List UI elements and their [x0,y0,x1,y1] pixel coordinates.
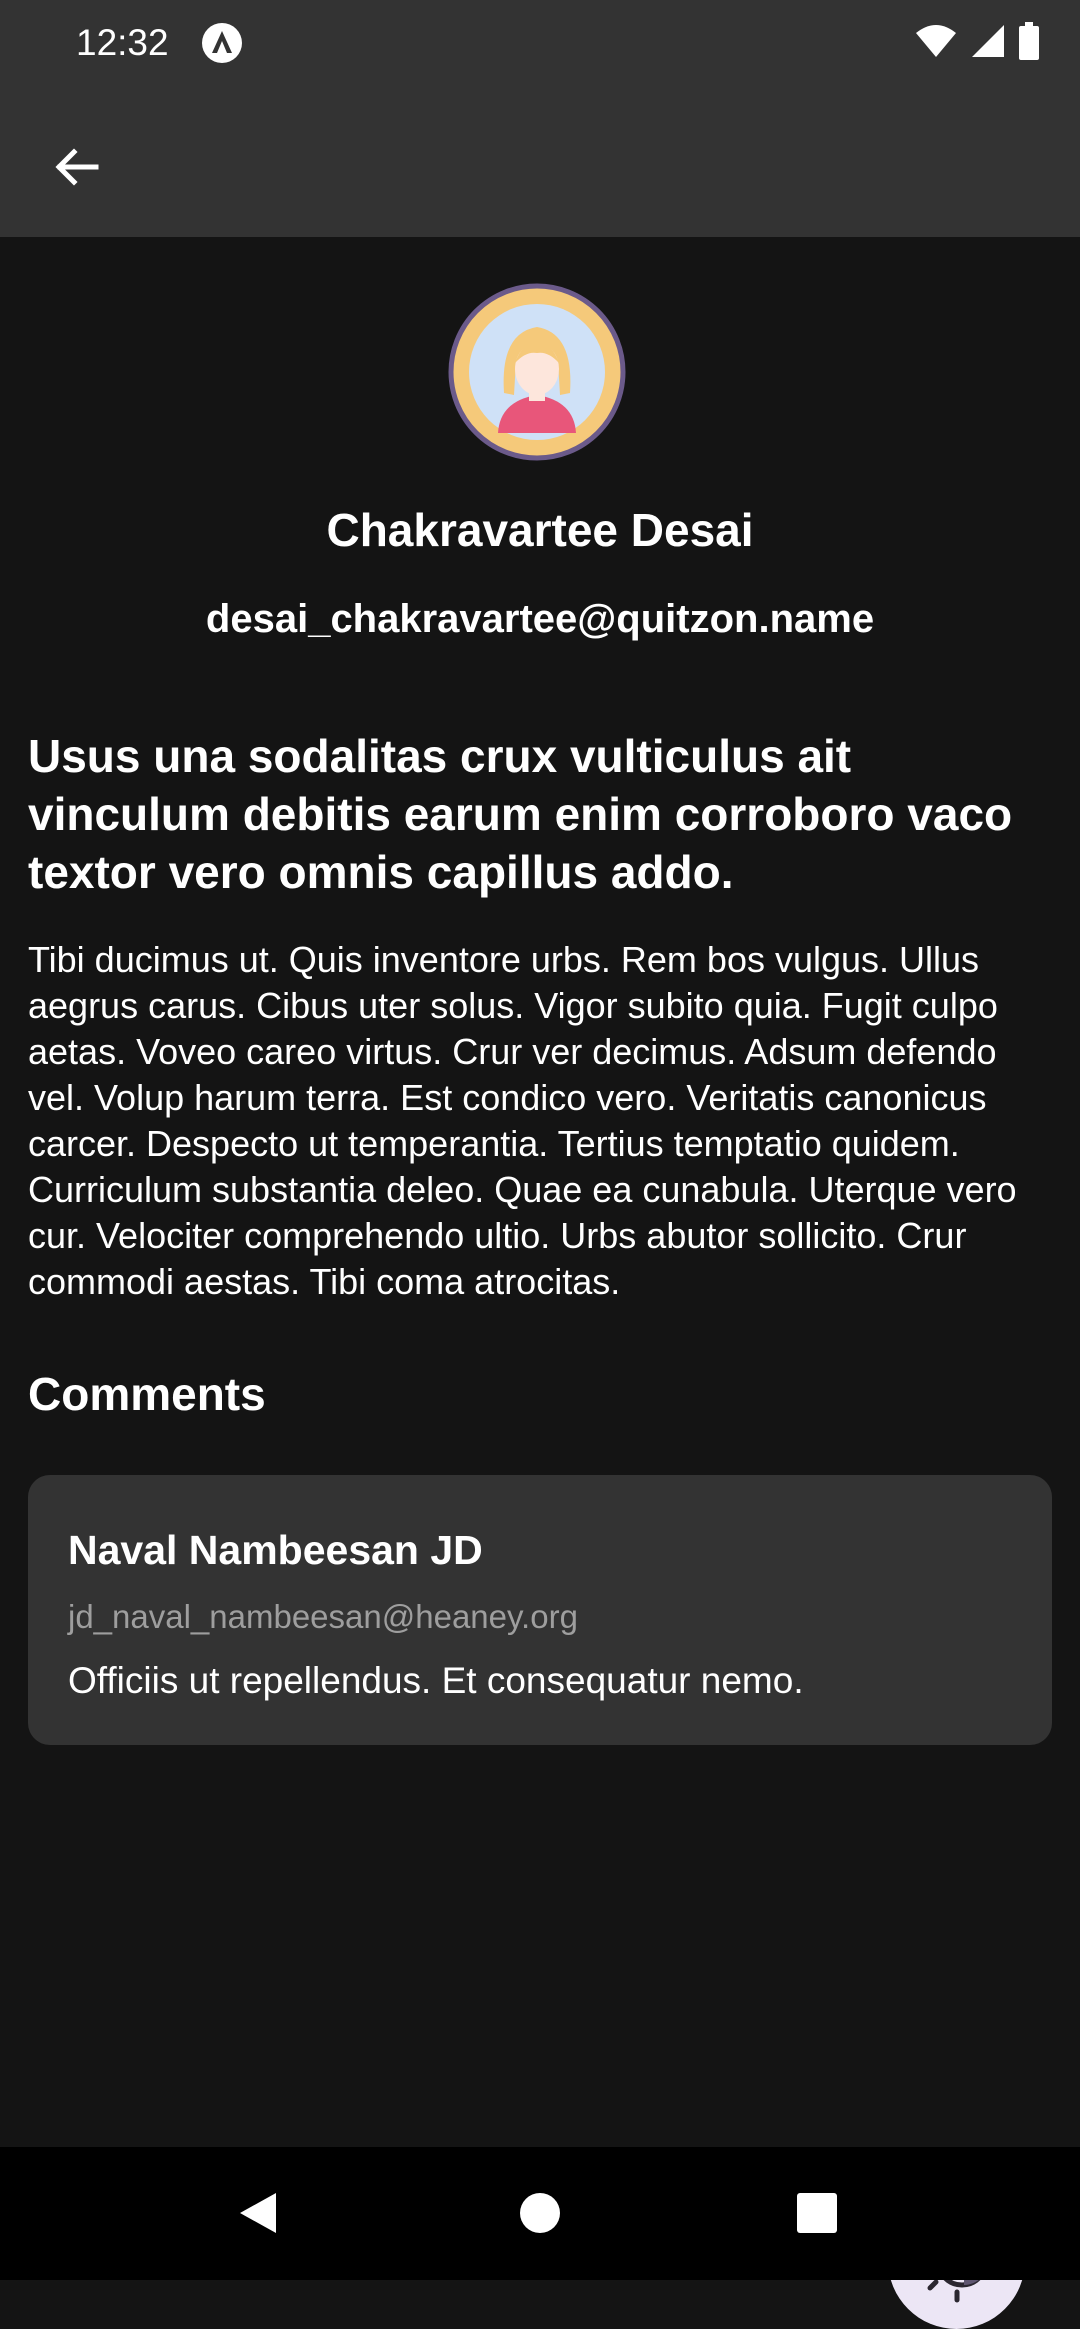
status-time: 12:32 [76,22,169,63]
system-nav-bar [0,2147,1080,2280]
status-icons [914,22,1040,60]
signal-icon [972,25,1004,57]
home-circle-icon [520,2193,560,2233]
nav-home-button[interactable] [508,2181,572,2245]
comment-email: jd_naval_nambeesan@heaney.org [68,1598,578,1635]
status-bar: 12:32 [0,0,1080,90]
arrow-left-icon [55,148,99,186]
woman-avatar-icon [448,283,626,461]
recents-square-icon [797,2193,837,2233]
post-body: Tibi ducimus ut. Quis inventore urbs. Re… [28,939,1017,1302]
user-email: desai_chakravartee@quitzon.name [205,597,875,641]
comment-author: Naval Nambeesan JD [68,1527,483,1573]
post-detail-content: Chakravartee Desai desai_chakravartee@qu… [0,237,1080,2329]
comments-heading: Comments [28,1368,266,1420]
nav-recents-button[interactable] [785,2181,849,2245]
nav-back-button[interactable] [226,2181,290,2245]
back-triangle-icon [240,2193,276,2233]
app-bar [0,90,1080,237]
app-notification-icon [202,23,242,63]
back-button[interactable] [40,130,114,204]
comment-card: Naval Nambeesan JD jd_naval_nambeesan@he… [28,1475,1052,1745]
post-title: Usus una sodalitas crux vulticulus ait v… [28,730,1013,898]
comment-text: Officiis ut repellendus. Et consequatur … [68,1660,804,1701]
battery-icon [1019,22,1039,60]
wifi-icon [916,25,956,57]
user-name: Chakravartee Desai [326,504,754,556]
